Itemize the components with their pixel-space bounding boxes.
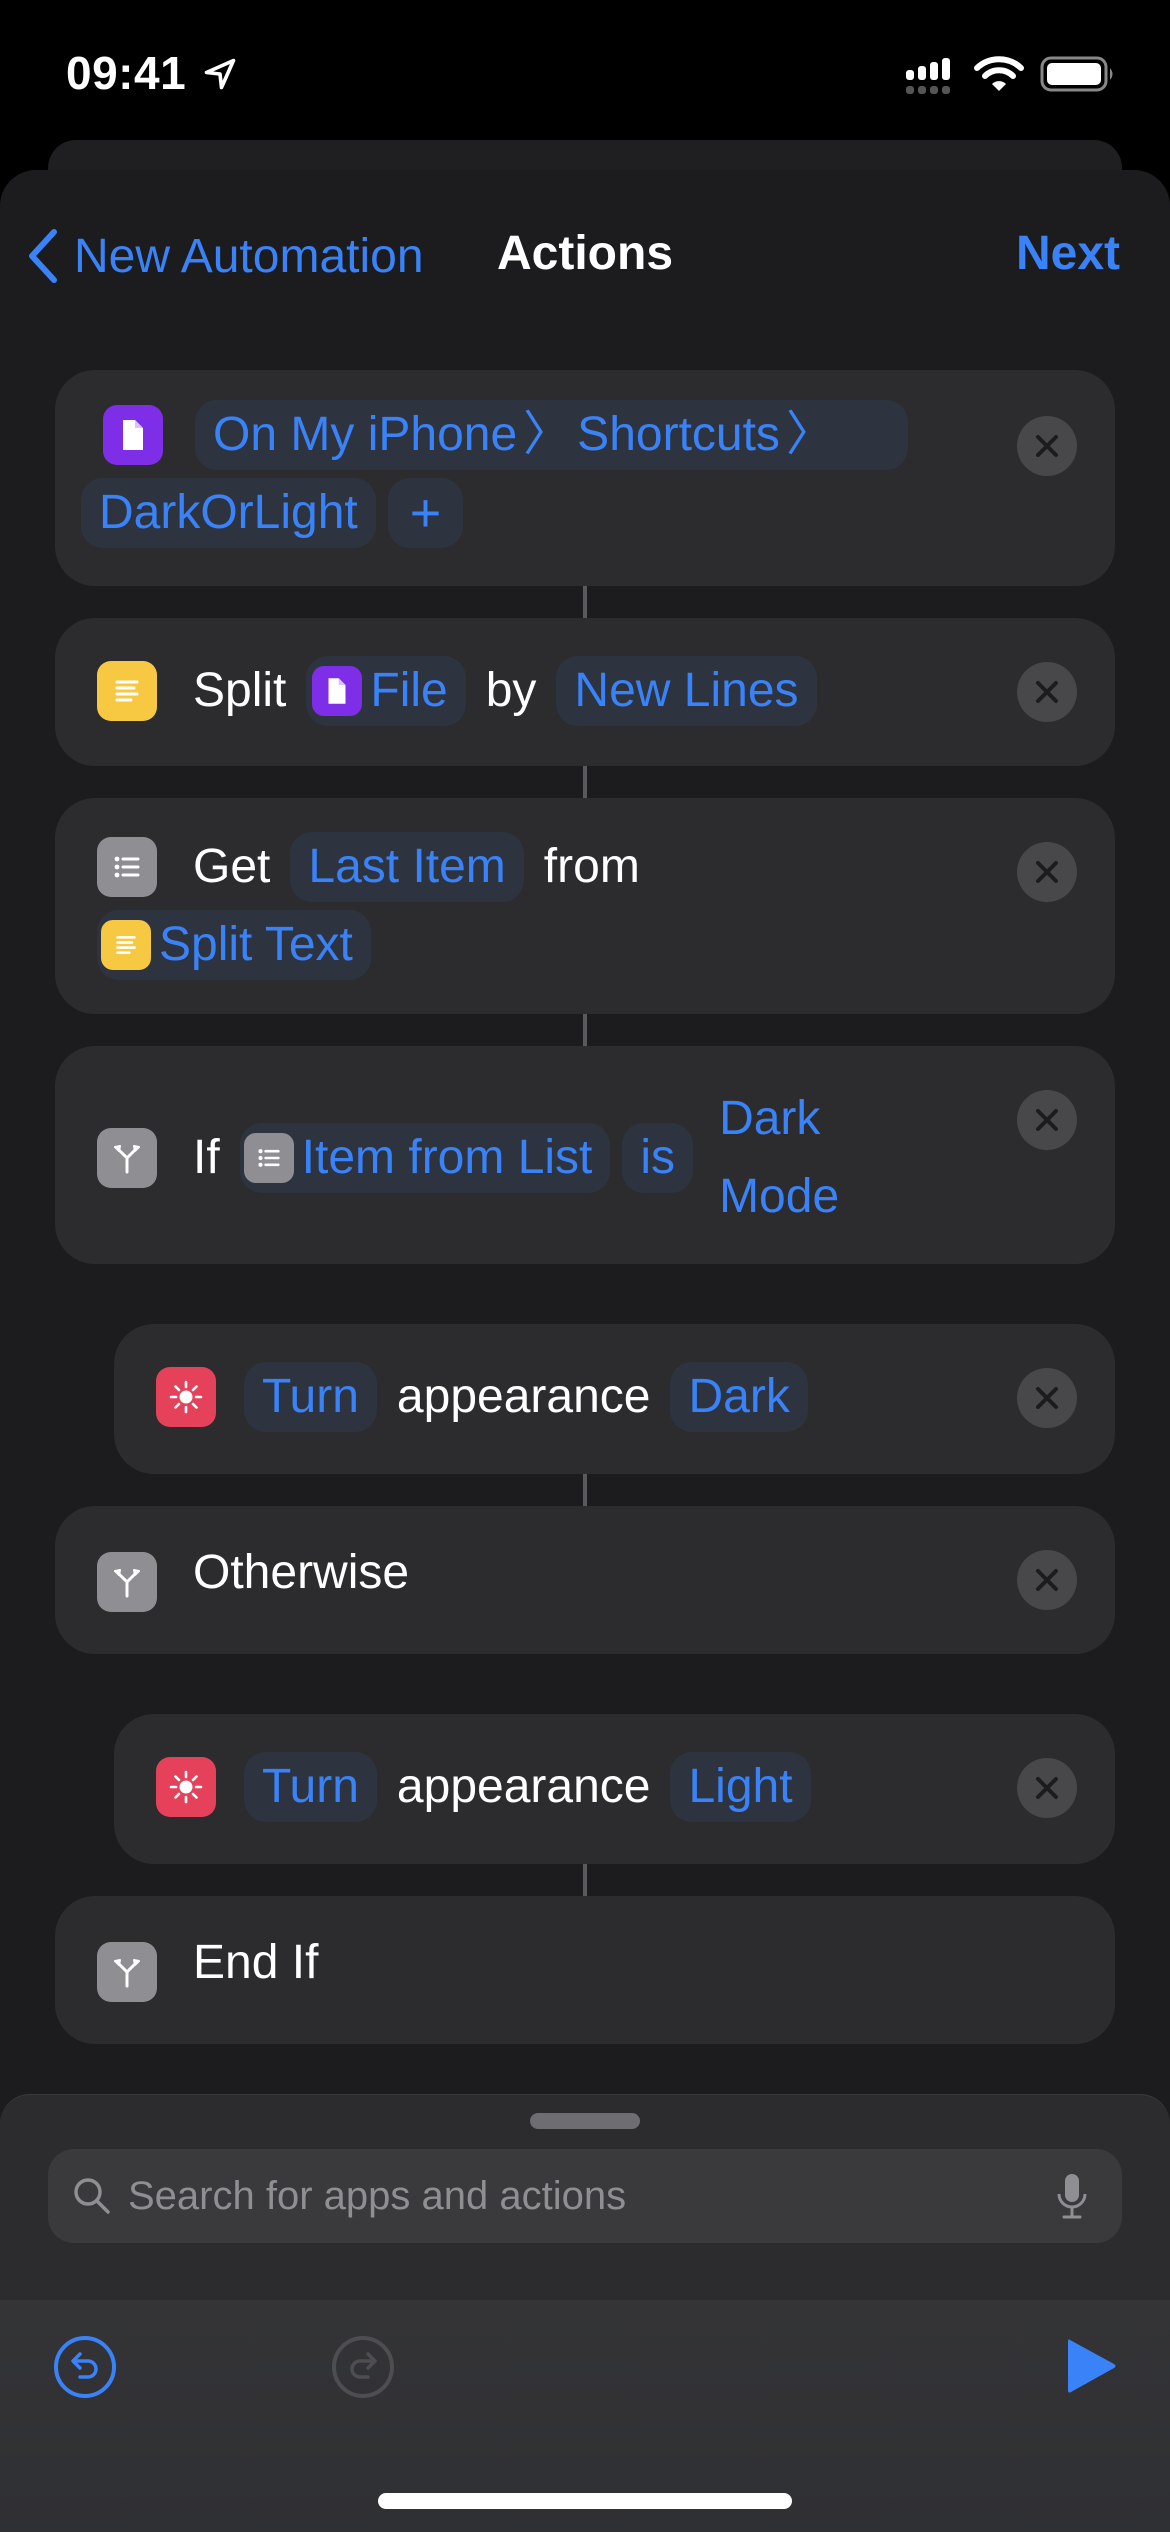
close-icon: [1036, 1777, 1058, 1799]
text-icon: [97, 661, 157, 721]
file-path-token[interactable]: On My iPhone 〉 Shortcuts 〉: [195, 400, 908, 470]
back-button-label: New Automation: [74, 229, 424, 283]
action-verb: Get: [193, 840, 271, 893]
path-separator: 〉: [523, 408, 572, 461]
path-segment: Shortcuts: [577, 408, 780, 461]
remove-action-button[interactable]: [1017, 1758, 1077, 1818]
remove-action-button[interactable]: [1017, 1368, 1077, 1428]
connector-line: [583, 766, 587, 798]
action-word: by: [485, 664, 537, 717]
close-icon: [1036, 435, 1058, 457]
action-card-set-appearance-light[interactable]: Turn appearance Light: [114, 1714, 1115, 1864]
action-card-get-item-from-list[interactable]: Get Last Item from Split Text: [55, 798, 1115, 1014]
action-card-otherwise[interactable]: Otherwise: [55, 1506, 1115, 1654]
action-word: appearance: [396, 1760, 651, 1813]
close-icon: [1036, 681, 1058, 703]
appearance-value-token[interactable]: Light: [670, 1752, 811, 1822]
remove-action-button[interactable]: [1017, 1550, 1077, 1610]
close-icon: [1036, 1387, 1058, 1409]
input-token-label: Item from List: [301, 1131, 593, 1184]
home-indicator: [378, 2493, 792, 2509]
wifi-icon: [974, 56, 1024, 91]
connector-line: [583, 1864, 587, 1896]
close-icon: [1036, 861, 1058, 883]
remove-action-button[interactable]: [1017, 416, 1077, 476]
action-verb: If: [193, 1131, 220, 1184]
input-token[interactable]: Item from List: [239, 1123, 611, 1193]
remove-action-button[interactable]: [1017, 842, 1077, 902]
source-token[interactable]: Split Text: [97, 910, 371, 980]
connector-line: [583, 1474, 587, 1506]
value-token[interactable]: Dark Mode: [705, 1080, 935, 1236]
branch-icon: [97, 1942, 157, 2002]
remove-action-button[interactable]: [1017, 1090, 1077, 1150]
status-bar: 09:41: [0, 0, 1170, 140]
turn-token[interactable]: Turn: [244, 1752, 377, 1822]
remove-action-button[interactable]: [1017, 662, 1077, 722]
action-word: from: [543, 840, 640, 893]
undo-button[interactable]: [52, 2334, 118, 2400]
redo-button[interactable]: [330, 2334, 396, 2400]
list-icon: [243, 1133, 294, 1183]
input-token[interactable]: File: [306, 656, 466, 726]
location-arrow-icon: [204, 58, 236, 90]
action-label: End If: [193, 1936, 319, 1989]
action-label: Otherwise: [193, 1546, 410, 1599]
next-button[interactable]: Next: [1016, 226, 1120, 281]
list-icon: [97, 837, 157, 897]
input-token-label: File: [370, 664, 448, 717]
connector-line: [583, 586, 587, 618]
play-button[interactable]: [1064, 2336, 1120, 2396]
add-path-button[interactable]: +: [387, 478, 464, 548]
sheet-grabber[interactable]: [530, 2113, 640, 2129]
file-name-token[interactable]: DarkOrLight: [81, 478, 376, 548]
branch-icon: [97, 1552, 157, 1612]
search-field[interactable]: [48, 2149, 1122, 2243]
action-verb: Split: [193, 664, 287, 717]
text-icon: [101, 920, 151, 970]
back-button[interactable]: New Automation: [24, 226, 424, 286]
page-title: Actions: [497, 227, 674, 280]
navigation-bar: New Automation Actions Next: [0, 200, 1170, 310]
separator-token[interactable]: New Lines: [556, 656, 817, 726]
file-icon: [103, 405, 163, 465]
path-segment: On My iPhone: [213, 408, 518, 461]
path-separator: 〉: [785, 408, 834, 461]
search-icon: [74, 2178, 110, 2214]
turn-token[interactable]: Turn: [244, 1362, 377, 1432]
chevron-left-icon: [29, 229, 57, 283]
microphone-icon[interactable]: [1052, 2170, 1092, 2222]
cellular-signal-icon: [906, 58, 950, 94]
battery-icon: [1040, 56, 1113, 92]
action-card-split-text[interactable]: Split File by New Lines: [55, 618, 1115, 766]
close-icon: [1036, 1569, 1058, 1591]
action-word: appearance: [396, 1370, 651, 1423]
item-token[interactable]: Last Item: [290, 832, 524, 902]
action-card-get-file[interactable]: On My iPhone 〉 Shortcuts 〉 DarkOrLight +: [55, 370, 1115, 586]
branch-icon: [97, 1128, 157, 1188]
action-card-set-appearance-dark[interactable]: Turn appearance Dark: [114, 1324, 1115, 1474]
source-token-label: Split Text: [159, 918, 353, 971]
sun-icon: [156, 1757, 216, 1817]
search-input[interactable]: [128, 2173, 1052, 2219]
file-icon: [312, 666, 363, 716]
status-time: 09:41: [66, 47, 187, 99]
close-icon: [1036, 1109, 1058, 1131]
condition-token[interactable]: is: [622, 1123, 694, 1193]
sun-icon: [156, 1367, 216, 1427]
action-card-if[interactable]: If Item from List is Dark Mode: [55, 1046, 1115, 1264]
appearance-value-token[interactable]: Dark: [670, 1362, 808, 1432]
action-card-end-if[interactable]: End If: [55, 1896, 1115, 2044]
connector-line: [583, 1014, 587, 1046]
